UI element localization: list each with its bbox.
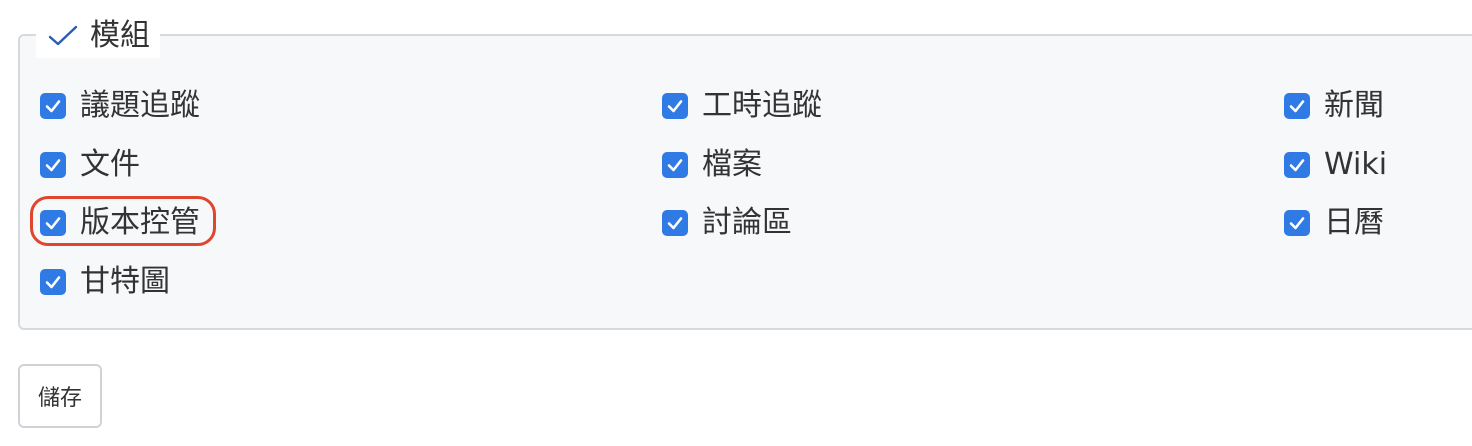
checkbox[interactable] [40,93,66,119]
option-label: 日曆 [1324,205,1384,240]
option-label: 文件 [80,147,140,182]
checkbox[interactable] [662,210,688,236]
checkbox[interactable] [40,210,66,236]
checkbox[interactable] [40,269,66,295]
module-option-documents[interactable]: 文件 [40,145,140,185]
module-option-files[interactable]: 檔案 [662,145,762,185]
module-option-forums[interactable]: 討論區 [662,203,792,243]
checkbox[interactable] [662,93,688,119]
checkbox[interactable] [40,152,66,178]
checkmark-icon [45,159,61,172]
module-option-news[interactable]: 新聞 [1284,86,1384,126]
checkmark-icon [1289,100,1305,113]
checkmark-icon [667,100,683,113]
save-button[interactable]: 儲存 [18,364,102,428]
option-label: 討論區 [702,205,792,240]
checkmark-icon [45,276,61,289]
option-label: 議題追蹤 [80,88,200,123]
checkmark-icon [667,217,683,230]
module-option-calendar[interactable]: 日曆 [1284,203,1384,243]
option-label: Wiki [1324,147,1388,182]
checkbox[interactable] [1284,210,1310,236]
checkbox[interactable] [1284,93,1310,119]
option-label: 工時追蹤 [702,88,822,123]
checkmark-icon [1289,159,1305,172]
option-label: 甘特圖 [80,264,170,299]
module-option-gantt[interactable]: 甘特圖 [40,262,170,302]
option-label: 新聞 [1324,88,1384,123]
modules-legend[interactable]: 模組 [36,14,160,58]
checkmark-icon [45,100,61,113]
module-option-time-tracking[interactable]: 工時追蹤 [662,86,822,126]
module-option-issue-tracking[interactable]: 議題追蹤 [40,86,200,126]
module-option-wiki[interactable]: Wiki [1284,145,1387,185]
checkmark-icon [1289,217,1305,230]
checkmark-icon [667,159,683,172]
legend-label: 模組 [90,18,150,53]
option-label: 檔案 [702,147,762,182]
check-icon [48,25,78,47]
module-option-repository[interactable]: 版本控管 [40,203,200,243]
checkbox[interactable] [662,152,688,178]
checkmark-icon [45,217,61,230]
option-label: 版本控管 [80,205,200,240]
checkbox[interactable] [1284,152,1310,178]
